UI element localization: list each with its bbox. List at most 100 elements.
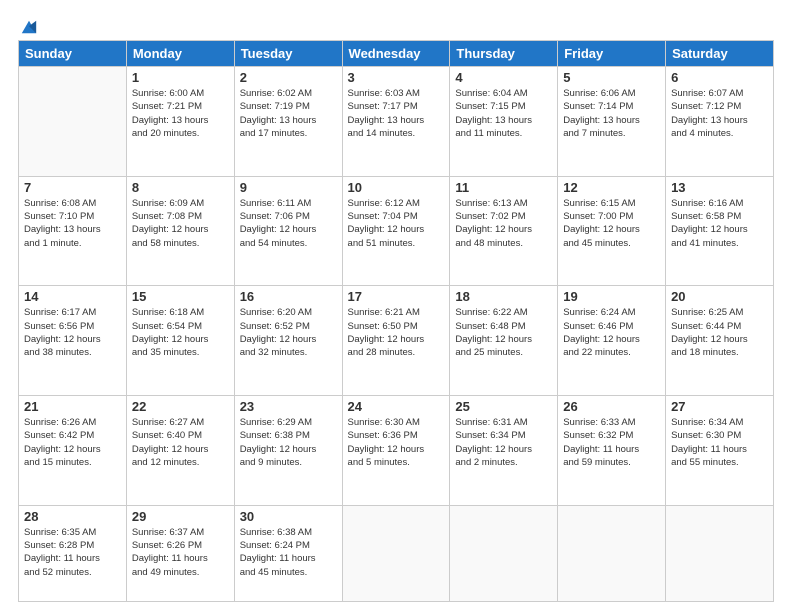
calendar-cell (666, 505, 774, 601)
day-number: 28 (24, 509, 121, 524)
day-info: Sunrise: 6:00 AM Sunset: 7:21 PM Dayligh… (132, 87, 229, 140)
calendar-cell: 26Sunrise: 6:33 AM Sunset: 6:32 PM Dayli… (558, 396, 666, 506)
calendar-cell: 19 Sunrise: 6:24 AM Sunset: 6:46 PM Dayli… (558, 286, 666, 396)
day-number: 24 (348, 399, 445, 414)
day-number: 13 (671, 180, 768, 195)
calendar-cell: 5 Sunrise: 6:06 AM Sunset: 7:14 PM Daylig… (558, 67, 666, 177)
day-info: Sunrise: 6:31 AM Sunset: 6:34 PM Dayligh… (455, 416, 552, 469)
calendar-cell: 15Sunrise: 6:18 AM Sunset: 6:54 PM Dayli… (126, 286, 234, 396)
calendar-cell: 18 Sunrise: 6:22 AM Sunset: 6:48 PM Dayli… (450, 286, 558, 396)
calendar-cell: 7 Sunrise: 6:08 AM Sunset: 7:10 PM Daylig… (19, 176, 127, 286)
column-header-friday: Friday (558, 41, 666, 67)
day-number: 2 (240, 70, 337, 85)
day-number: 18 (455, 289, 552, 304)
calendar-table: SundayMondayTuesdayWednesdayThursdayFrid… (18, 40, 774, 602)
logo-icon (20, 18, 38, 36)
day-info: Sunrise: 6:24 AM Sunset: 6:46 PM Dayligh… (563, 306, 660, 359)
calendar-cell (558, 505, 666, 601)
day-number: 8 (132, 180, 229, 195)
day-number: 10 (348, 180, 445, 195)
day-number: 5 (563, 70, 660, 85)
calendar-week-2: 7 Sunrise: 6:08 AM Sunset: 7:10 PM Daylig… (19, 176, 774, 286)
day-info: Sunrise: 6:21 AM Sunset: 6:50 PM Dayligh… (348, 306, 445, 359)
calendar-cell: 10 Sunrise: 6:12 AM Sunset: 7:04 PM Dayli… (342, 176, 450, 286)
day-number: 22 (132, 399, 229, 414)
calendar-cell (342, 505, 450, 601)
column-header-wednesday: Wednesday (342, 41, 450, 67)
day-info: Sunrise: 6:35 AM Sunset: 6:28 PM Dayligh… (24, 526, 121, 579)
day-info: Sunrise: 6:15 AM Sunset: 7:00 PM Dayligh… (563, 197, 660, 250)
day-number: 12 (563, 180, 660, 195)
day-number: 19 (563, 289, 660, 304)
column-header-monday: Monday (126, 41, 234, 67)
day-number: 29 (132, 509, 229, 524)
day-info: Sunrise: 6:25 AM Sunset: 6:44 PM Dayligh… (671, 306, 768, 359)
day-number: 7 (24, 180, 121, 195)
day-info: Sunrise: 6:12 AM Sunset: 7:04 PM Dayligh… (348, 197, 445, 250)
day-info: Sunrise: 6:20 AM Sunset: 6:52 PM Dayligh… (240, 306, 337, 359)
calendar-cell: 11Sunrise: 6:13 AM Sunset: 7:02 PM Dayli… (450, 176, 558, 286)
day-info: Sunrise: 6:17 AM Sunset: 6:56 PM Dayligh… (24, 306, 121, 359)
calendar-cell: 25 Sunrise: 6:31 AM Sunset: 6:34 PM Dayli… (450, 396, 558, 506)
day-number: 6 (671, 70, 768, 85)
day-number: 9 (240, 180, 337, 195)
logo (18, 18, 38, 32)
day-info: Sunrise: 6:26 AM Sunset: 6:42 PM Dayligh… (24, 416, 121, 469)
calendar-week-4: 21Sunrise: 6:26 AM Sunset: 6:42 PM Dayli… (19, 396, 774, 506)
column-header-tuesday: Tuesday (234, 41, 342, 67)
column-header-sunday: Sunday (19, 41, 127, 67)
calendar-cell: 6 Sunrise: 6:07 AM Sunset: 7:12 PM Daylig… (666, 67, 774, 177)
day-info: Sunrise: 6:03 AM Sunset: 7:17 PM Dayligh… (348, 87, 445, 140)
day-number: 25 (455, 399, 552, 414)
column-header-saturday: Saturday (666, 41, 774, 67)
calendar-cell: 14 Sunrise: 6:17 AM Sunset: 6:56 PM Dayli… (19, 286, 127, 396)
day-number: 26 (563, 399, 660, 414)
day-number: 14 (24, 289, 121, 304)
page: SundayMondayTuesdayWednesdayThursdayFrid… (0, 0, 792, 612)
day-number: 16 (240, 289, 337, 304)
calendar-cell: 2 Sunrise: 6:02 AM Sunset: 7:19 PM Daylig… (234, 67, 342, 177)
calendar-cell: 23 Sunrise: 6:29 AM Sunset: 6:38 PM Dayli… (234, 396, 342, 506)
calendar-cell: 30Sunrise: 6:38 AM Sunset: 6:24 PM Dayli… (234, 505, 342, 601)
day-number: 23 (240, 399, 337, 414)
calendar-cell: 16 Sunrise: 6:20 AM Sunset: 6:52 PM Dayli… (234, 286, 342, 396)
day-info: Sunrise: 6:37 AM Sunset: 6:26 PM Dayligh… (132, 526, 229, 579)
calendar-cell: 27 Sunrise: 6:34 AM Sunset: 6:30 PM Dayli… (666, 396, 774, 506)
day-info: Sunrise: 6:13 AM Sunset: 7:02 PM Dayligh… (455, 197, 552, 250)
calendar-cell: 24 Sunrise: 6:30 AM Sunset: 6:36 PM Dayli… (342, 396, 450, 506)
day-number: 1 (132, 70, 229, 85)
calendar-cell: 17 Sunrise: 6:21 AM Sunset: 6:50 PM Dayli… (342, 286, 450, 396)
day-number: 4 (455, 70, 552, 85)
day-number: 15 (132, 289, 229, 304)
day-info: Sunrise: 6:08 AM Sunset: 7:10 PM Dayligh… (24, 197, 121, 250)
calendar-cell (450, 505, 558, 601)
calendar-week-1: 1 Sunrise: 6:00 AM Sunset: 7:21 PM Daylig… (19, 67, 774, 177)
day-info: Sunrise: 6:16 AM Sunset: 6:58 PM Dayligh… (671, 197, 768, 250)
day-info: Sunrise: 6:34 AM Sunset: 6:30 PM Dayligh… (671, 416, 768, 469)
day-info: Sunrise: 6:07 AM Sunset: 7:12 PM Dayligh… (671, 87, 768, 140)
calendar-cell: 4 Sunrise: 6:04 AM Sunset: 7:15 PM Daylig… (450, 67, 558, 177)
day-number: 3 (348, 70, 445, 85)
day-info: Sunrise: 6:06 AM Sunset: 7:14 PM Dayligh… (563, 87, 660, 140)
calendar-cell (19, 67, 127, 177)
calendar-cell: 20 Sunrise: 6:25 AM Sunset: 6:44 PM Dayli… (666, 286, 774, 396)
column-header-thursday: Thursday (450, 41, 558, 67)
day-info: Sunrise: 6:09 AM Sunset: 7:08 PM Dayligh… (132, 197, 229, 250)
day-info: Sunrise: 6:02 AM Sunset: 7:19 PM Dayligh… (240, 87, 337, 140)
calendar-cell: 1 Sunrise: 6:00 AM Sunset: 7:21 PM Daylig… (126, 67, 234, 177)
day-number: 20 (671, 289, 768, 304)
day-number: 27 (671, 399, 768, 414)
day-info: Sunrise: 6:27 AM Sunset: 6:40 PM Dayligh… (132, 416, 229, 469)
day-info: Sunrise: 6:30 AM Sunset: 6:36 PM Dayligh… (348, 416, 445, 469)
calendar-cell: 9Sunrise: 6:11 AM Sunset: 7:06 PM Daylig… (234, 176, 342, 286)
calendar-cell: 3 Sunrise: 6:03 AM Sunset: 7:17 PM Daylig… (342, 67, 450, 177)
day-info: Sunrise: 6:04 AM Sunset: 7:15 PM Dayligh… (455, 87, 552, 140)
day-info: Sunrise: 6:29 AM Sunset: 6:38 PM Dayligh… (240, 416, 337, 469)
day-number: 17 (348, 289, 445, 304)
day-info: Sunrise: 6:22 AM Sunset: 6:48 PM Dayligh… (455, 306, 552, 359)
calendar-cell: 13 Sunrise: 6:16 AM Sunset: 6:58 PM Dayli… (666, 176, 774, 286)
day-number: 30 (240, 509, 337, 524)
header (18, 18, 774, 32)
calendar-week-5: 28 Sunrise: 6:35 AM Sunset: 6:28 PM Dayli… (19, 505, 774, 601)
calendar-cell: 8 Sunrise: 6:09 AM Sunset: 7:08 PM Daylig… (126, 176, 234, 286)
